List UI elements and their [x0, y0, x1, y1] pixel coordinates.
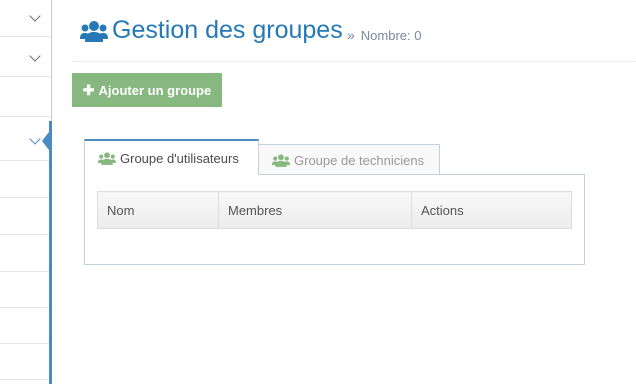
tab-technician-groups[interactable]: Groupe de techniciens	[258, 144, 440, 175]
sidebar-active-indicator	[49, 121, 52, 384]
sidebar-item[interactable]	[0, 40, 51, 77]
tab-label: Groupe de techniciens	[294, 152, 425, 168]
sidebar-item[interactable]	[0, 271, 51, 308]
add-group-button[interactable]: ✚ Ajouter un groupe	[72, 73, 222, 107]
page-title: Gestion des groupes	[112, 16, 343, 44]
table-header-row: Nom Membres Actions	[97, 191, 572, 229]
tab-panel: Nom Membres Actions	[84, 174, 585, 265]
sidebar-item[interactable]	[0, 161, 51, 198]
sidebar-item[interactable]	[0, 80, 51, 117]
column-header-membres[interactable]: Membres	[218, 191, 412, 229]
sidebar-item[interactable]	[0, 343, 51, 380]
page-header: Gestion des groupes » Nombre: 0	[72, 10, 636, 62]
users-icon	[80, 21, 108, 42]
plus-icon: ✚	[82, 81, 95, 98]
page-subtitle: » Nombre: 0	[347, 27, 422, 43]
tab-user-groups[interactable]: Groupe d'utilisateurs	[84, 139, 259, 175]
add-group-label: Ajouter un groupe	[98, 82, 212, 98]
column-header-actions[interactable]: Actions	[411, 191, 572, 229]
sidebar-item[interactable]	[0, 0, 51, 37]
group-count: Nombre: 0	[360, 28, 422, 43]
double-chevron-icon: »	[347, 27, 355, 43]
users-icon	[272, 153, 290, 167]
tab-label: Groupe d'utilisateurs	[120, 150, 239, 166]
column-header-nom[interactable]: Nom	[97, 191, 219, 229]
chevron-down-icon	[29, 133, 41, 145]
sidebar	[0, 0, 52, 384]
groups-table: Nom Membres Actions	[97, 191, 572, 229]
users-icon	[98, 151, 116, 165]
chevron-down-icon	[29, 50, 41, 62]
sidebar-item[interactable]	[0, 235, 51, 272]
sidebar-item[interactable]	[0, 307, 51, 344]
chevron-down-icon	[29, 10, 41, 22]
sidebar-item[interactable]	[0, 198, 51, 235]
sidebar-active-arrow	[42, 128, 52, 154]
